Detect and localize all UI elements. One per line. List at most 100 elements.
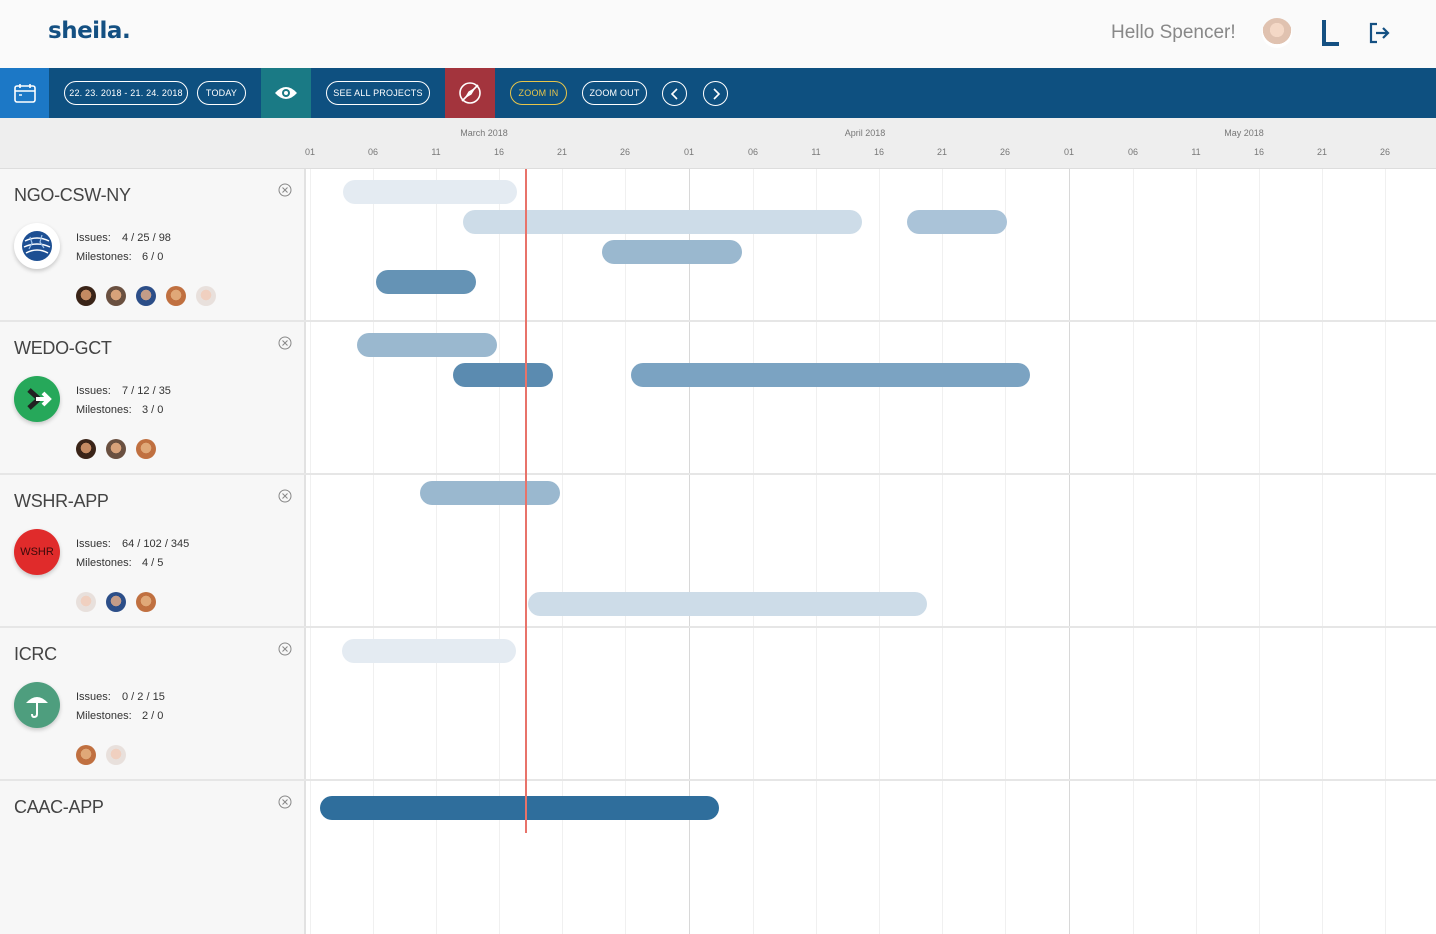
avatar[interactable] — [106, 439, 126, 459]
grid-line — [753, 781, 754, 934]
month-label: March 2018 — [460, 128, 508, 138]
avatar[interactable] — [76, 592, 96, 612]
issues-stat: Issues: 7 / 12 / 35 — [76, 385, 171, 397]
today-button[interactable]: TODAY — [197, 81, 246, 105]
globe-logo — [14, 223, 60, 269]
logout-icon[interactable] — [1367, 21, 1391, 45]
issues-value: 7 / 12 / 35 — [122, 385, 171, 397]
task-bar[interactable] — [342, 639, 516, 663]
grid-line — [879, 322, 880, 473]
grid-line — [1069, 781, 1070, 934]
avatar[interactable] — [196, 286, 216, 306]
milestones-stat: Milestones: 6 / 0 — [76, 251, 164, 263]
grid-line — [1133, 475, 1134, 626]
avatar[interactable] — [106, 286, 126, 306]
close-icon[interactable] — [278, 336, 292, 350]
milestones-value: 6 / 0 — [142, 251, 164, 263]
grid-line — [1133, 628, 1134, 779]
task-bar[interactable] — [463, 210, 862, 234]
gantt-area — [308, 322, 1436, 473]
grid-line — [1259, 628, 1260, 779]
grid-line — [942, 475, 943, 626]
project-name[interactable]: NGO-CSW-NY — [14, 185, 131, 206]
close-icon[interactable] — [278, 489, 292, 503]
compass-button[interactable] — [445, 68, 495, 118]
grid-line — [625, 628, 626, 779]
project-name[interactable]: WEDO-GCT — [14, 338, 112, 359]
grid-line — [942, 628, 943, 779]
grid-line — [1133, 781, 1134, 934]
grid-line — [942, 781, 943, 934]
zoom-out-button[interactable]: ZOOM OUT — [582, 81, 647, 105]
previous-button[interactable] — [662, 81, 687, 106]
grid-line — [1069, 475, 1070, 626]
app-logo[interactable]: sheila. — [48, 18, 131, 44]
grid-line — [310, 169, 311, 320]
avatar[interactable] — [136, 286, 156, 306]
date-range-button[interactable]: 22. 23. 2018 - 21. 24. 2018 — [64, 81, 188, 105]
next-button[interactable] — [703, 81, 728, 106]
task-bar[interactable] — [907, 210, 1007, 234]
grid-line — [1196, 322, 1197, 473]
grid-line — [499, 322, 500, 473]
task-bar[interactable] — [528, 592, 927, 616]
issues-stat: Issues: 4 / 25 / 98 — [76, 232, 171, 244]
close-icon[interactable] — [278, 183, 292, 197]
calendar-button[interactable] — [0, 68, 49, 118]
avatar[interactable] — [106, 592, 126, 612]
milestones-stat: Milestones: 3 / 0 — [76, 404, 164, 416]
close-icon[interactable] — [278, 795, 292, 809]
grid-line — [879, 628, 880, 779]
l-logo-icon[interactable] — [1322, 20, 1340, 46]
project-name[interactable]: CAAC-APP — [14, 797, 104, 818]
calendar-icon — [13, 84, 36, 103]
task-bar[interactable] — [420, 481, 560, 505]
project-name[interactable]: ICRC — [14, 644, 57, 665]
task-bar[interactable] — [631, 363, 1030, 387]
gantt-area — [308, 628, 1436, 779]
task-bar[interactable] — [343, 180, 517, 204]
task-bar[interactable] — [376, 270, 476, 294]
close-icon[interactable] — [278, 642, 292, 656]
project-info: NGO-CSW-NY Issues: 4 / 25 / 98 Milestones… — [0, 169, 306, 320]
grid-line — [1196, 628, 1197, 779]
month-label: April 2018 — [844, 128, 886, 138]
task-bar[interactable] — [453, 363, 553, 387]
gantt-area — [308, 475, 1436, 626]
avatar[interactable] — [136, 439, 156, 459]
grid-line — [310, 475, 311, 626]
visibility-button[interactable] — [261, 68, 311, 118]
avatar[interactable] — [76, 439, 96, 459]
task-bar[interactable] — [357, 333, 497, 357]
umbrella-icon — [26, 697, 48, 719]
grid-line — [310, 628, 311, 779]
avatar[interactable] — [76, 286, 96, 306]
grid-line — [562, 628, 563, 779]
grid-line — [816, 322, 817, 473]
project-name[interactable]: WSHR-APP — [14, 491, 109, 512]
grid-line — [816, 628, 817, 779]
issues-stat: Issues: 0 / 2 / 15 — [76, 691, 165, 703]
grid-line — [753, 322, 754, 473]
avatar[interactable] — [136, 592, 156, 612]
avatar[interactable] — [166, 286, 186, 306]
day-label: 21 — [556, 147, 568, 157]
greeting: Hello Spencer! — [1111, 22, 1236, 43]
grid-line — [942, 322, 943, 473]
issues-value: 0 / 2 / 15 — [122, 691, 165, 703]
grid-line — [1069, 169, 1070, 320]
task-bar[interactable] — [320, 796, 719, 820]
arrow-logo — [14, 376, 60, 422]
grid-line — [1005, 475, 1006, 626]
avatar[interactable] — [76, 745, 96, 765]
grid-line — [1196, 169, 1197, 320]
avatar[interactable] — [106, 745, 126, 765]
project-row: CAAC-APP — [0, 781, 1436, 934]
grid-line — [753, 169, 754, 320]
day-label: 26 — [619, 147, 631, 157]
task-bar[interactable] — [602, 240, 742, 264]
user-avatar[interactable] — [1262, 18, 1292, 48]
grid-line — [816, 169, 817, 320]
zoom-in-button[interactable]: ZOOM IN — [510, 81, 567, 105]
see-all-projects-button[interactable]: SEE ALL PROJECTS — [326, 81, 430, 105]
